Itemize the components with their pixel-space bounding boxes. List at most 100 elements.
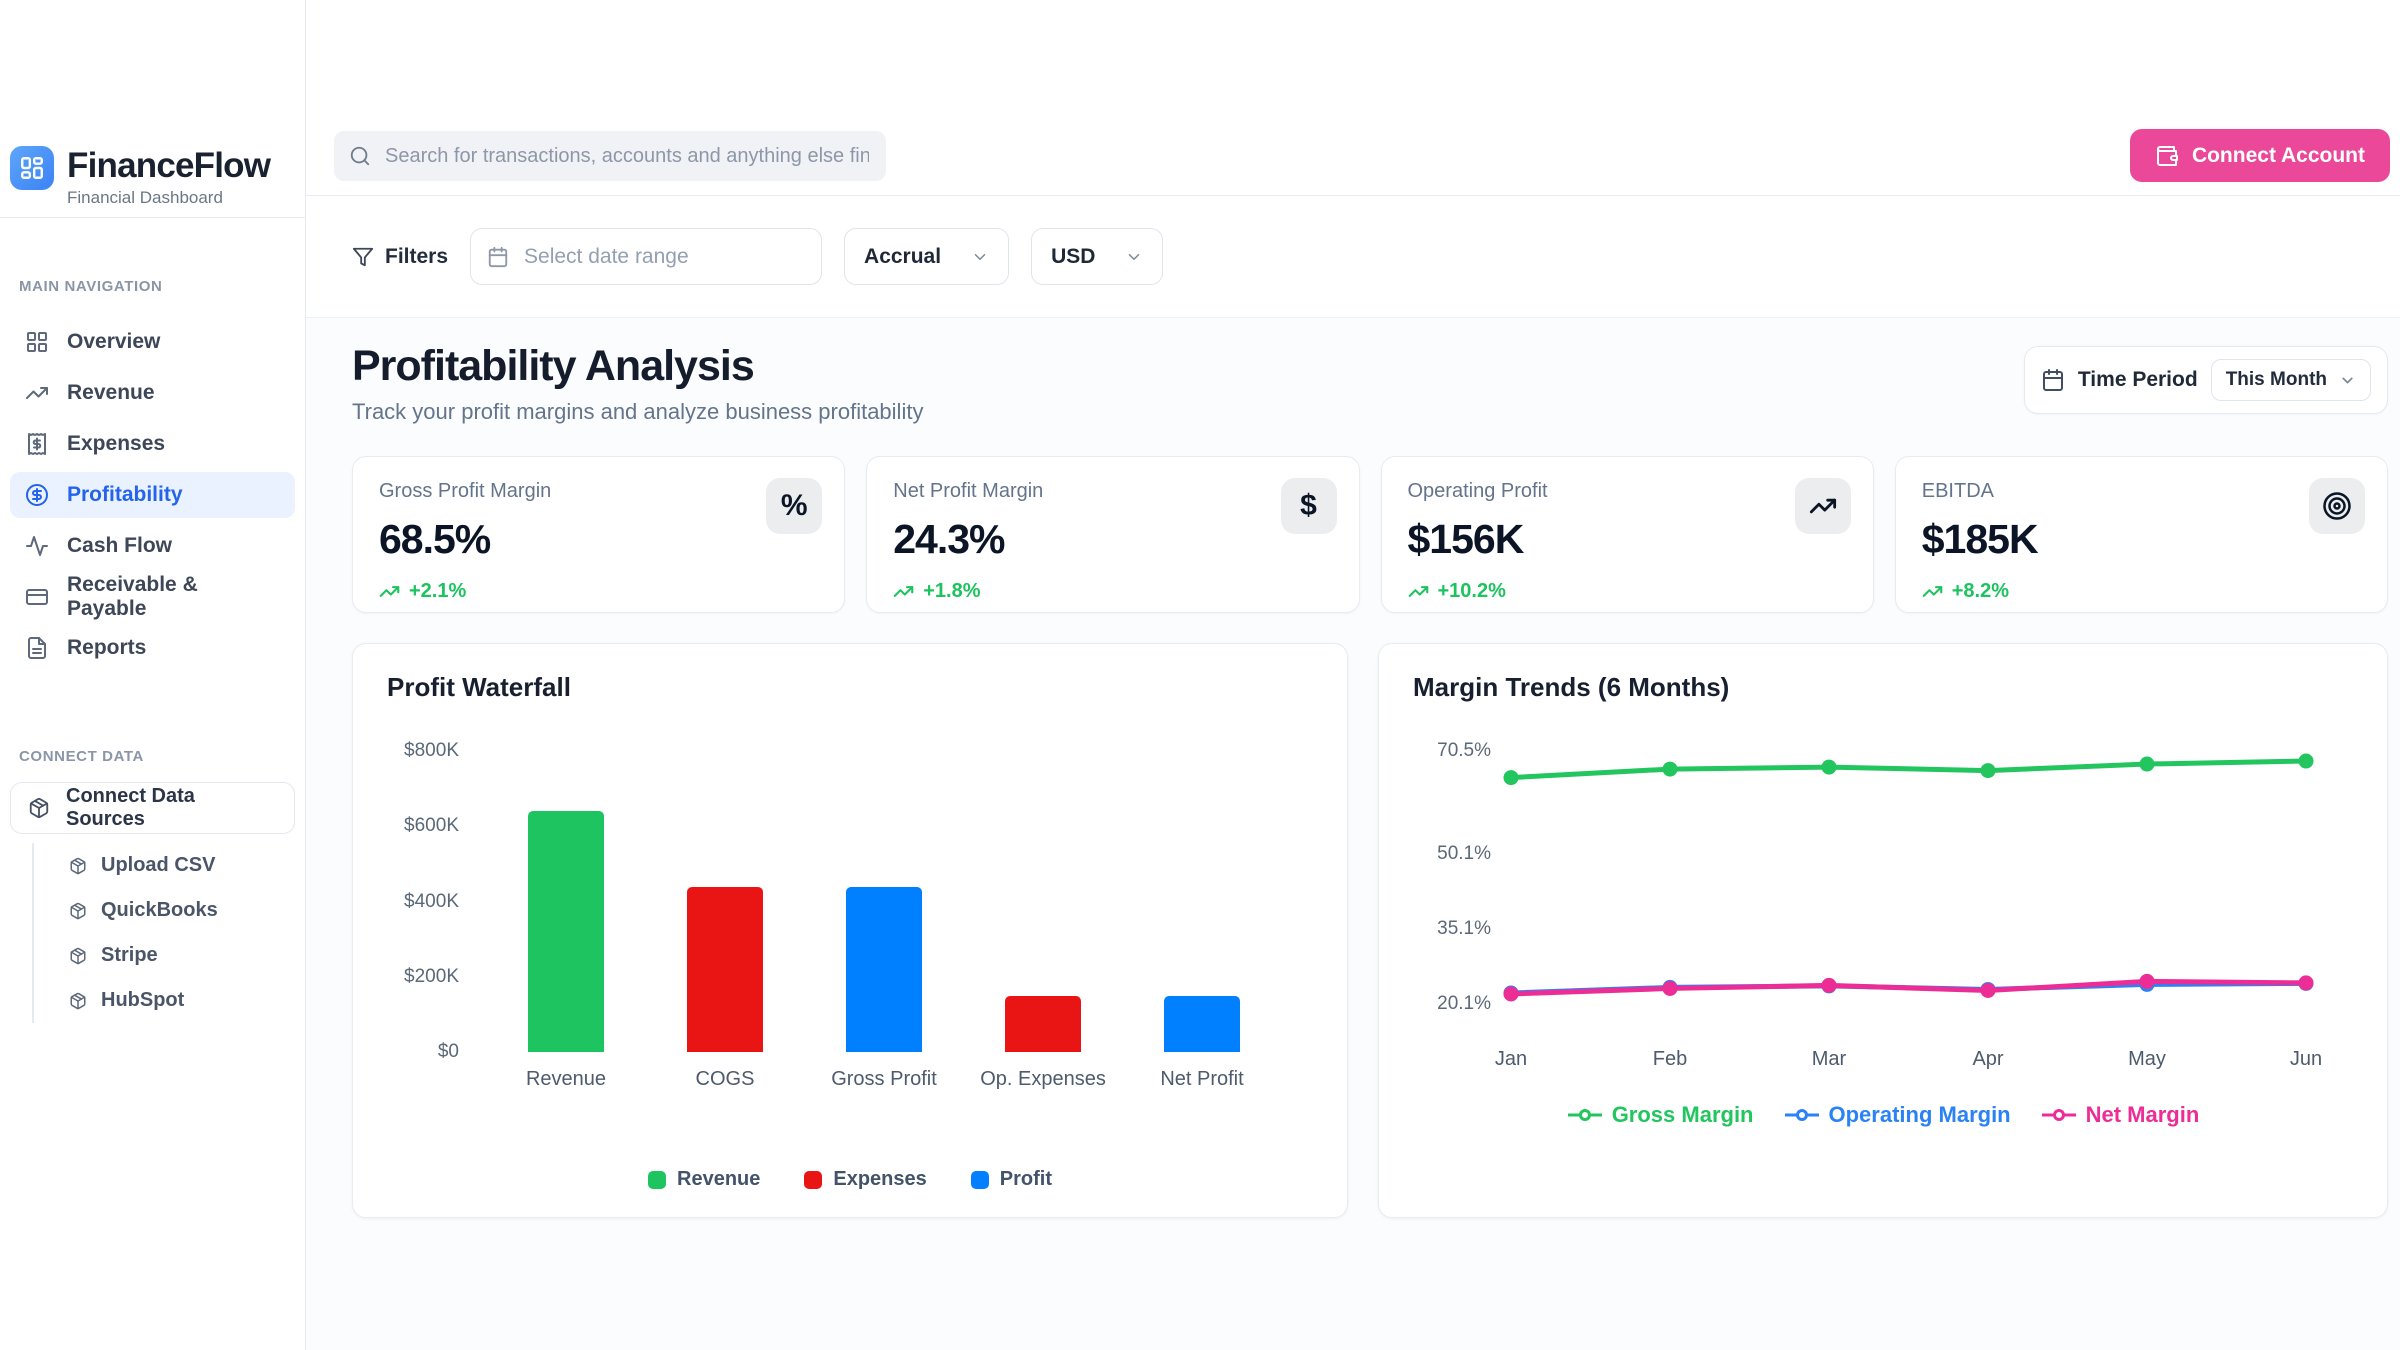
top-bar: Connect Account [306, 0, 2400, 196]
kpi-row: Gross Profit Margin 68.5% +2.1% % Net Pr… [352, 456, 2388, 613]
sidebar-item-label: Receivable & Payable [67, 573, 280, 621]
app-logo-icon [10, 146, 54, 190]
kpi-label: Gross Profit Margin [379, 480, 818, 503]
connect-data-sources-button[interactable]: Connect Data Sources [10, 782, 295, 834]
main-area: Connect Account Filters Accrual [306, 0, 2400, 1350]
waterfall-bar-revenue [528, 811, 604, 1052]
legend-label: Net Margin [2086, 1102, 2200, 1128]
dollar-icon: $ [1281, 478, 1337, 534]
legend-item: Expenses [804, 1168, 926, 1191]
margin-trends-chart: Margin Trends (6 Months) 70.5%50.1%35.1%… [1378, 643, 2388, 1218]
sidebar-item-cash-flow[interactable]: Cash Flow [10, 523, 295, 569]
kpi-value: 24.3% [893, 516, 1332, 563]
x-axis-label: May [2087, 1048, 2207, 1071]
circle-dollar-icon [25, 483, 49, 507]
legend-swatch [971, 1171, 989, 1189]
currency-select[interactable]: USD [1031, 228, 1163, 285]
sidebar-item-upload-csv[interactable]: Upload CSV [34, 843, 305, 888]
percent-icon: % [766, 478, 822, 534]
connect-data-sources-label: Connect Data Sources [66, 785, 277, 831]
app-subtitle: Financial Dashboard [67, 188, 270, 208]
margin-trends-svg [1379, 644, 2387, 1217]
sidebar-item-overview[interactable]: Overview [10, 319, 295, 365]
connect-account-button[interactable]: Connect Account [2130, 129, 2390, 182]
search-input[interactable] [383, 144, 871, 169]
trending-up-icon [1408, 581, 1429, 602]
kpi-label: Operating Profit [1408, 480, 1847, 503]
x-axis-label: Mar [1769, 1048, 1889, 1071]
package-icon [69, 857, 87, 875]
accounting-basis-value: Accrual [864, 245, 941, 269]
sidebar-item-profitability[interactable]: Profitability [10, 472, 295, 518]
data-point [2140, 974, 2155, 989]
legend-item: Operating Margin [1784, 1102, 2011, 1128]
kpi-value: $185K [1922, 516, 2361, 563]
kpi-delta: +10.2% [1408, 580, 1847, 603]
calendar-icon [2041, 368, 2065, 392]
kpi-delta-value: +8.2% [1952, 580, 2009, 603]
sidebar-item-expenses[interactable]: Expenses [10, 421, 295, 467]
y-axis-tick: 50.1% [1405, 843, 1491, 865]
data-point [1663, 762, 1678, 777]
legend-label: Operating Margin [1829, 1102, 2011, 1128]
search-box[interactable] [334, 131, 886, 181]
y-axis-tick: 20.1% [1405, 993, 1491, 1015]
chevron-down-icon [971, 248, 989, 266]
waterfall-legend: Revenue Expenses Profit [353, 1168, 1347, 1191]
legend-item: Gross Margin [1567, 1102, 1754, 1128]
profit-waterfall-chart: Profit Waterfall $800K$600K$400K$200K$0R… [352, 643, 1348, 1218]
connect-account-label: Connect Account [2192, 144, 2365, 168]
kpi-delta-value: +10.2% [1438, 580, 1506, 603]
time-period-label: Time Period [2078, 368, 2198, 392]
sidebar-item-hubspot[interactable]: HubSpot [34, 978, 305, 1023]
data-point [1822, 978, 1837, 993]
sidebar-item-revenue[interactable]: Revenue [10, 370, 295, 416]
filters-toggle[interactable]: Filters [352, 245, 448, 269]
sidebar-item-label: Cash Flow [67, 534, 172, 558]
time-period-value: This Month [2226, 369, 2327, 391]
filter-icon [352, 246, 374, 268]
legend-item: Revenue [648, 1168, 760, 1191]
legend-item: Profit [971, 1168, 1052, 1191]
date-range-picker[interactable] [470, 228, 822, 285]
kpi-card-gross-profit-margin: Gross Profit Margin 68.5% +2.1% % [352, 456, 845, 613]
wallet-icon [2155, 144, 2179, 168]
kpi-value: 68.5% [379, 516, 818, 563]
sidebar-item-quickbooks[interactable]: QuickBooks [34, 888, 305, 933]
sidebar-divider [0, 217, 306, 218]
margin-trends-plot: 70.5%50.1%35.1%20.1%JanFebMarAprMayJun [1379, 644, 2387, 1217]
sidebar-item-label: Profitability [67, 483, 183, 507]
app-name: FinanceFlow [67, 148, 270, 183]
page-title: Profitability Analysis [352, 344, 923, 389]
sidebar-item-stripe[interactable]: Stripe [34, 933, 305, 978]
time-period-select[interactable]: This Month [2211, 359, 2371, 401]
data-point [1822, 760, 1837, 775]
line-dot-icon [1784, 1107, 1820, 1123]
credit-card-icon [25, 585, 49, 609]
line-dot-icon [1567, 1107, 1603, 1123]
package-icon [28, 797, 50, 819]
target-icon [2309, 478, 2365, 534]
kpi-card-ebitda: EBITDA $185K +8.2% [1895, 456, 2388, 613]
legend-label: Gross Margin [1612, 1102, 1754, 1128]
calendar-icon [487, 246, 509, 268]
y-axis-tick: $800K [381, 740, 459, 762]
currency-value: USD [1051, 245, 1095, 269]
kpi-card-net-profit-margin: Net Profit Margin 24.3% +1.8% $ [866, 456, 1359, 613]
date-range-input[interactable] [522, 244, 805, 270]
data-source-label: Stripe [101, 944, 158, 967]
data-point [1504, 770, 1519, 785]
data-sources-list: Upload CSV QuickBooks Stripe [32, 843, 305, 1023]
legend-label: Revenue [677, 1168, 760, 1191]
data-point [1663, 981, 1678, 996]
sidebar-item-label: Expenses [67, 432, 165, 456]
waterfall-plot: $800K$600K$400K$200K$0RevenueCOGSGross P… [353, 644, 1347, 1217]
sidebar-item-label: Overview [67, 330, 160, 354]
y-axis-tick: $600K [381, 815, 459, 837]
accounting-basis-select[interactable]: Accrual [844, 228, 1009, 285]
time-period-control: Time Period This Month [2024, 346, 2388, 414]
sidebar-item-reports[interactable]: Reports [10, 625, 295, 671]
data-point [2140, 757, 2155, 772]
kpi-delta-value: +2.1% [409, 580, 466, 603]
sidebar-item-receivable-payable[interactable]: Receivable & Payable [10, 574, 295, 620]
